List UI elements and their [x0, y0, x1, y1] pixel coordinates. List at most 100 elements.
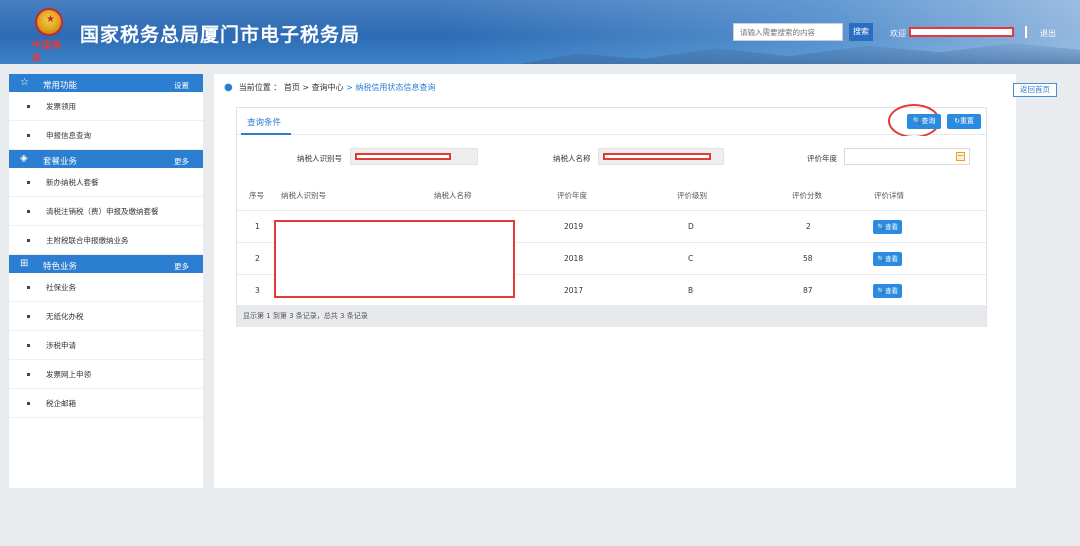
sidebar-section-package: ◈ 套餐业务 更多	[9, 150, 203, 168]
grid-icon: ⊞	[20, 258, 29, 269]
row-no: 2	[255, 254, 260, 263]
sidebar-item-label: 涉税申请	[46, 341, 76, 350]
row-score: 2	[806, 222, 811, 231]
row-year: 2019	[564, 222, 584, 231]
row-level: C	[688, 254, 694, 263]
row-detail: 🔍查看	[873, 275, 903, 306]
header-separator	[1025, 26, 1027, 38]
table-header: 序号 纳税人识别号 纳税人名称 评价年度 评价级别 评价分数 评价详情	[237, 181, 986, 211]
section-title: 特色业务	[43, 262, 78, 272]
reset-button-label: 重置	[959, 117, 974, 125]
query-conditions-row: 纳税人识别号 纳税人名称 评价年度	[237, 136, 986, 180]
sidebar-item-paperless[interactable]: 无纸化办税	[9, 302, 203, 331]
bullet-icon	[27, 239, 30, 242]
redacted-taxpayer-id	[355, 153, 451, 160]
breadcrumb-current: > 纳税信用状态信息查询	[343, 83, 436, 92]
emblem-disk-icon: ★	[35, 8, 63, 36]
search-button[interactable]: 搜索	[849, 23, 873, 41]
back-home-button[interactable]: 返回首页	[1013, 83, 1057, 97]
row-year: 2017	[564, 286, 584, 295]
welcome-text: 欢迎	[890, 29, 906, 38]
breadcrumb-label: 当前位置 ：	[238, 83, 282, 92]
row-no: 3	[255, 286, 260, 295]
sidebar-item-label: 无纸化办税	[46, 312, 84, 321]
section-title: 常用功能	[43, 81, 78, 91]
row-no: 1	[255, 222, 260, 231]
bullet-icon	[27, 344, 30, 347]
breadcrumb-query-center[interactable]: > 查询中心	[300, 83, 343, 92]
search-box[interactable]	[733, 23, 843, 41]
sidebar-item-new-taxpayer-package[interactable]: 新办纳税人套餐	[9, 168, 203, 197]
row-detail: 🔍查看	[873, 211, 903, 242]
sidebar-section-common: ☆ 常用功能 设置	[9, 74, 203, 92]
bullet-icon	[27, 315, 30, 318]
view-detail-button[interactable]: 🔍查看	[873, 283, 903, 298]
sidebar-item-invoice-collect[interactable]: 发票领用	[9, 92, 203, 121]
row-score: 58	[803, 254, 813, 263]
sidebar-item-label: 清税注销税（费）申报及缴纳套餐	[46, 207, 159, 216]
tab-active-underline	[241, 133, 291, 135]
col-eval-detail: 评价详情	[874, 191, 904, 200]
sidebar-item-invoice-online[interactable]: 发票网上申领	[9, 360, 203, 389]
redacted-taxpayer-info	[274, 220, 515, 298]
sidebar-item-declaration-query[interactable]: 申报信息查询	[9, 121, 203, 150]
sidebar-item-deregistration-package[interactable]: 清税注销税（费）申报及缴纳套餐	[9, 197, 203, 226]
bullet-icon	[27, 210, 30, 213]
breadcrumb-home[interactable]: 首页	[284, 83, 300, 92]
sidebar-item-label: 社保业务	[46, 283, 76, 292]
sidebar-section-featured: ⊞ 特色业务 更多	[9, 255, 203, 273]
tab-query-conditions[interactable]: 查询条件	[247, 116, 281, 128]
sidebar-item-label: 发票领用	[46, 102, 76, 111]
location-pin-icon: ●	[224, 82, 233, 93]
taxpayer-name-field[interactable]	[598, 148, 724, 165]
sidebar-item-tax-mailbox[interactable]: 税企邮箱	[9, 389, 203, 418]
sidebar-item-joint-declaration[interactable]: 主附税联合申报缴纳业务	[9, 226, 203, 255]
search-icon: 🔍	[877, 222, 886, 231]
row-score: 87	[803, 286, 813, 295]
more-link[interactable]: 更多	[174, 261, 189, 272]
logout-link[interactable]: 退出	[1040, 28, 1056, 39]
sidebar-item-tax-application[interactable]: 涉税申请	[9, 331, 203, 360]
eval-year-label: 评价年度	[807, 154, 837, 163]
section-title: 套餐业务	[43, 157, 78, 167]
view-detail-button[interactable]: 🔍查看	[873, 219, 903, 234]
breadcrumb: ● 当前位置 ： 首页 > 查询中心 > 纳税信用状态信息查询	[224, 82, 435, 93]
row-detail: 🔍查看	[873, 243, 903, 274]
query-button-label: 查询	[921, 117, 936, 125]
reset-button[interactable]: ↻重置	[947, 114, 981, 129]
col-eval-year: 评价年度	[557, 191, 587, 200]
redacted-username	[909, 27, 1014, 37]
sidebar-item-label: 主附税联合申报缴纳业务	[46, 236, 129, 245]
top-header: ★ 中国税务 国家税务总局厦门市电子税务局 搜索 欢迎 退出	[0, 0, 1080, 64]
query-button[interactable]: 🔍查询	[907, 114, 941, 129]
search-icon: 🔍	[877, 286, 886, 295]
sidebar-item-label: 申报信息查询	[46, 131, 91, 140]
record-count-text: 显示第 1 到第 3 条记录，总共 3 条记录	[243, 312, 368, 320]
sidebar-item-label: 税企邮箱	[46, 399, 76, 408]
left-sidebar: ☆ 常用功能 设置 发票领用 申报信息查询 ◈ 套餐业务 更多 新办纳税人套餐 …	[9, 74, 203, 488]
query-panel: 查询条件 🔍查询 ↻重置 纳税人识别号 纳税人名称 评价年度 序号 纳税人识别号…	[236, 104, 987, 327]
view-detail-label: 查看	[885, 286, 899, 295]
sidebar-item-social-security[interactable]: 社保业务	[9, 273, 203, 302]
taxpayer-id-label: 纳税人识别号	[297, 154, 342, 163]
eval-year-picker[interactable]	[844, 148, 970, 165]
bullet-icon	[27, 105, 30, 108]
settings-link[interactable]: 设置	[174, 80, 189, 91]
more-link[interactable]: 更多	[174, 156, 189, 167]
bullet-icon	[27, 181, 30, 184]
col-eval-level: 评价级别	[677, 191, 707, 200]
search-icon: 🔍	[877, 254, 886, 263]
view-detail-label: 查看	[885, 222, 899, 231]
col-taxpayer-id: 纳税人识别号	[281, 191, 326, 200]
row-year: 2018	[564, 254, 584, 263]
panel-header: 查询条件 🔍查询 ↻重置	[237, 104, 986, 138]
bullet-icon	[27, 402, 30, 405]
taxpayer-id-field[interactable]	[350, 148, 478, 165]
calendar-icon[interactable]	[956, 152, 965, 161]
bullet-icon	[27, 286, 30, 289]
layers-icon: ◈	[20, 153, 28, 164]
view-detail-button[interactable]: 🔍查看	[873, 251, 903, 266]
search-input[interactable]	[734, 24, 842, 40]
taxpayer-name-label: 纳税人名称	[553, 154, 591, 163]
row-level: B	[688, 286, 694, 295]
